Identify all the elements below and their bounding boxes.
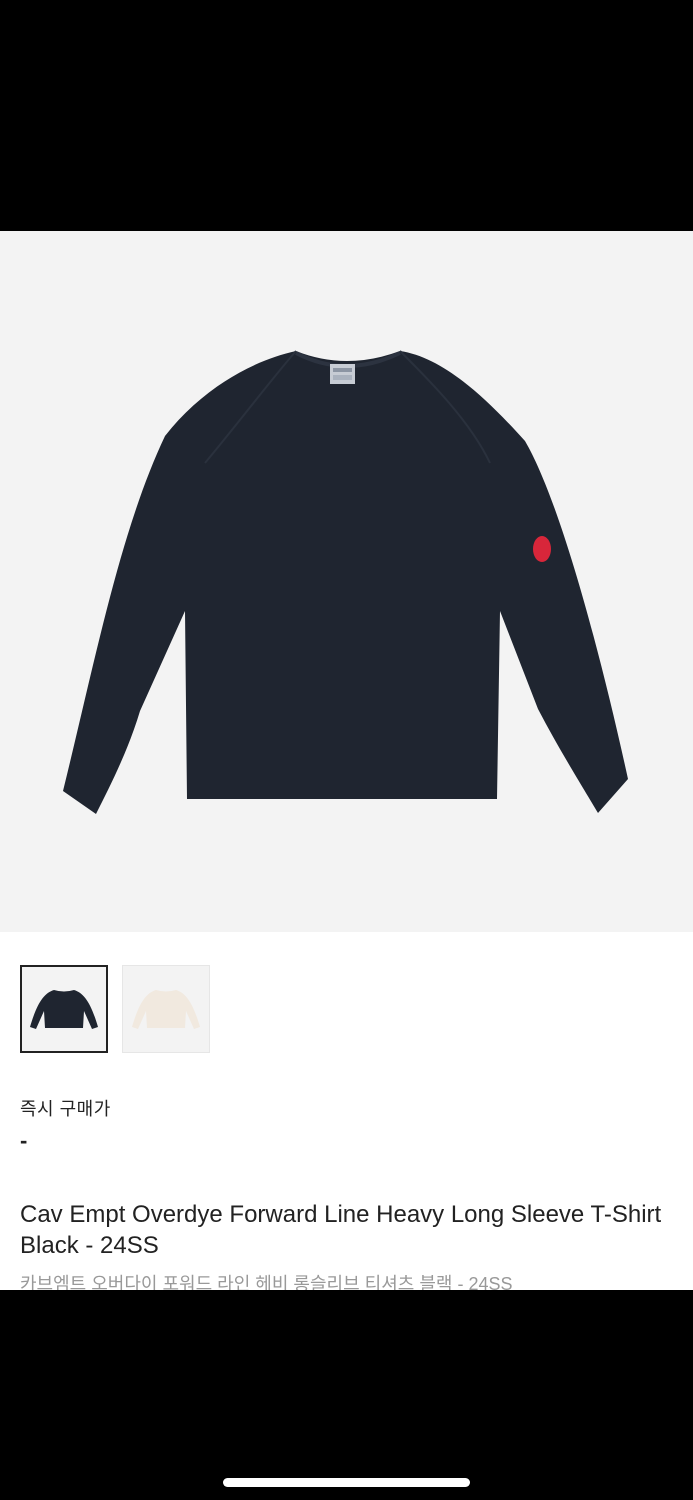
thumbnail-black[interactable] (20, 965, 108, 1053)
instant-buy-price-label: 즉시 구매가 (20, 1099, 111, 1119)
product-subtitle-korean: 카브엠트 오버다이 포워드 라인 헤비 롱슬리브 티셔츠 블랙 - 24SS (20, 1274, 513, 1290)
thumbnail-shirt-black (30, 990, 98, 1029)
thumbnail-ivory[interactable] (122, 965, 210, 1053)
shirt-illustration (63, 350, 628, 814)
thumbnail-shirt-ivory (132, 990, 200, 1029)
product-title: Cav Empt Overdye Forward Line Heavy Long… (20, 1201, 662, 1259)
instant-buy-price-value: - (20, 1128, 28, 1153)
shirt-body (63, 351, 628, 814)
sleeve-patch (533, 536, 551, 562)
neck-label (330, 364, 355, 384)
home-indicator[interactable] (223, 1478, 470, 1487)
product-main-image[interactable] (0, 231, 693, 932)
product-info-panel: 즉시 구매가 - Cav Empt Overdye Forward Line H… (0, 932, 693, 1290)
thumbnail-list (20, 965, 210, 1053)
status-bar-area (0, 0, 693, 231)
